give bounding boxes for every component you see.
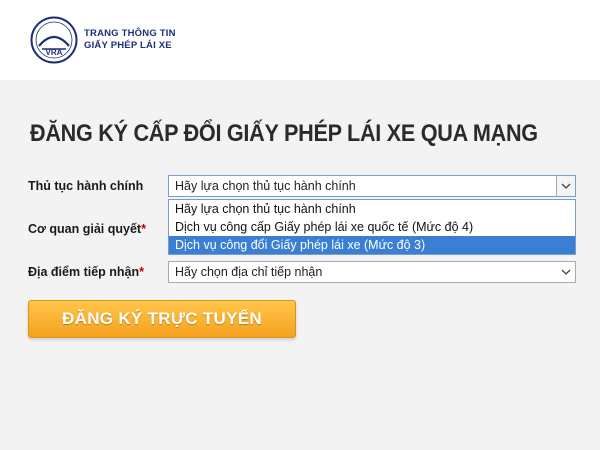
chevron-down-icon[interactable] — [557, 262, 575, 282]
site-header: VRA TRANG THÔNG TIN GIẤY PHÉP LÁI XE — [0, 0, 600, 80]
location-select[interactable]: Hãy chọn địa chỉ tiếp nhận — [168, 261, 576, 283]
register-online-button[interactable]: ĐĂNG KÝ TRỰC TUYẾN — [28, 300, 296, 338]
procedure-option[interactable]: Hãy lựa chọn thủ tục hành chính — [169, 200, 575, 218]
procedure-option-highlighted[interactable]: Dịch vụ công đổi Giấy phép lái xe (Mức đ… — [169, 236, 575, 254]
vra-logo-icon[interactable]: VRA — [30, 16, 78, 64]
location-select-value: Hãy chọn địa chỉ tiếp nhận — [175, 265, 323, 279]
required-mark: * — [141, 222, 146, 236]
chevron-down-icon[interactable] — [556, 176, 575, 196]
procedure-select[interactable]: Hãy lựa chọn thủ tục hành chính — [168, 175, 576, 197]
agency-label: Cơ quan giải quyết* — [28, 222, 146, 236]
site-brand[interactable]: TRANG THÔNG TIN GIẤY PHÉP LÁI XE — [84, 28, 176, 52]
procedure-dropdown-list: Hãy lựa chọn thủ tục hành chính Dịch vụ … — [168, 199, 576, 255]
brand-line-2: GIẤY PHÉP LÁI XE — [84, 40, 172, 51]
location-label: Địa điểm tiếp nhận* — [28, 265, 145, 279]
logo-text: VRA — [46, 48, 63, 57]
procedure-option[interactable]: Dịch vụ công cấp Giấy phép lái xe quốc t… — [169, 218, 575, 236]
brand-line-1: TRANG THÔNG TIN — [84, 28, 176, 39]
procedure-label: Thủ tục hành chính — [28, 179, 144, 193]
procedure-select-value: Hãy lựa chọn thủ tục hành chính — [175, 179, 356, 193]
required-mark: * — [139, 265, 145, 279]
page-title: ĐĂNG KÝ CẤP ĐỔI GIẤY PHÉP LÁI XE QUA MẠN… — [30, 120, 538, 147]
